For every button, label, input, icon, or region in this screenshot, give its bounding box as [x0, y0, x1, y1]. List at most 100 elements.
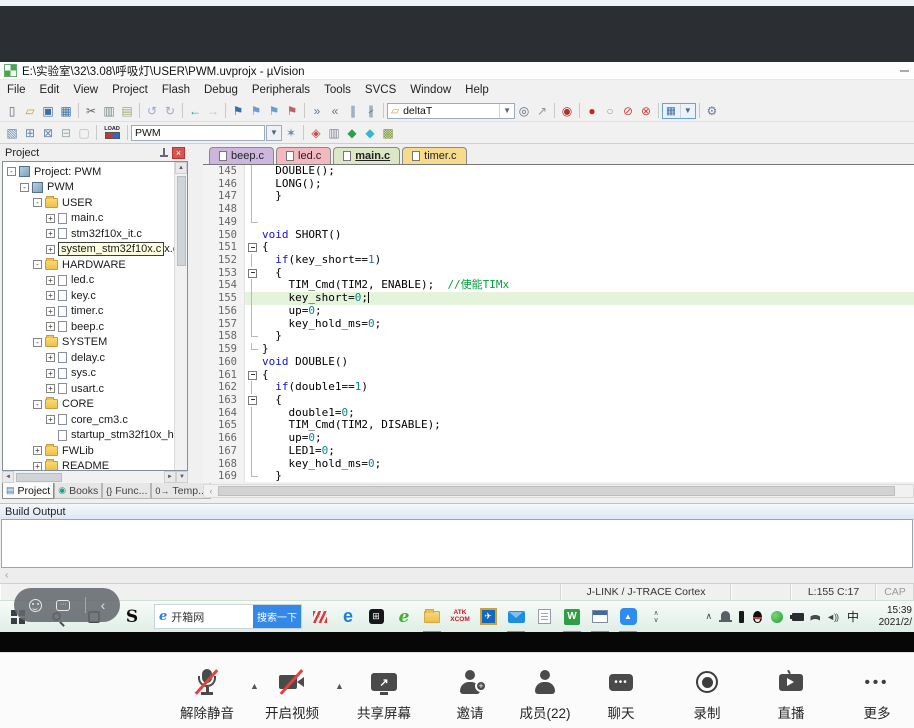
tree-item[interactable]: +delay.c — [3, 350, 187, 366]
pin-icon[interactable] — [160, 148, 168, 158]
expand-icon[interactable]: + — [46, 214, 55, 223]
scroll-left-arrow[interactable]: ‹ — [204, 486, 218, 496]
outdent-icon[interactable]: « — [326, 103, 344, 119]
collapse-icon[interactable]: - — [33, 338, 42, 347]
config-wizard-icon[interactable]: ◆ — [361, 125, 379, 141]
bp-disable-icon[interactable]: ⊘ — [619, 103, 637, 119]
project-tree-hscrollbar[interactable]: ◄ ► ▼ — [2, 471, 188, 483]
collapse-icon[interactable]: - — [7, 167, 16, 176]
debug-windows-combo[interactable]: ▦▼ — [662, 103, 696, 119]
find-in-files-icon[interactable]: ◎ — [515, 103, 533, 119]
expand-icon[interactable]: + — [46, 291, 55, 300]
taskbar-icon-tencent-meeting[interactable]: ▲ — [616, 601, 640, 633]
menu-peripherals[interactable]: Peripherals — [245, 81, 317, 99]
tree-item[interactable]: -CORE — [3, 397, 187, 413]
tree-item[interactable]: +README — [3, 459, 187, 472]
minimize-button[interactable] — [900, 70, 909, 72]
search-combo[interactable]: ▱deltaT▼ — [387, 103, 515, 119]
undo-icon[interactable]: ↺ — [143, 103, 161, 119]
indent-icon[interactable]: » — [308, 103, 326, 119]
tree-item[interactable]: +stm32f10x_it.c — [3, 226, 187, 242]
tray-chevron-up-icon[interactable]: ∧ — [705, 611, 712, 622]
scroll-left-arrow[interactable]: ◄ — [2, 471, 14, 483]
navigate-forward-icon[interactable]: → — [204, 103, 222, 119]
new-file-icon[interactable]: ▯ — [3, 103, 21, 119]
menu-window[interactable]: Window — [403, 81, 458, 99]
menu-help[interactable]: Help — [458, 81, 496, 99]
meeting-control-start-video[interactable]: 开启视频 — [244, 669, 340, 722]
collapse-icon[interactable]: - — [33, 260, 42, 269]
hscroll-thumb[interactable] — [16, 473, 62, 482]
panel-tab-project[interactable]: ▤Project — [2, 483, 54, 499]
taskbar-icon-atk-xcom[interactable]: ATK XCOM — [448, 601, 472, 633]
save-all-icon[interactable]: ▦ — [57, 103, 75, 119]
scroll-right-arrow[interactable]: ► — [164, 471, 176, 483]
taskbar-icon-updown[interactable]: ∧∨ — [644, 601, 668, 633]
expand-icon[interactable]: + — [46, 353, 55, 362]
code-line[interactable]: 152 if(key_short==1) — [203, 254, 914, 267]
bp-enable-icon[interactable]: ○ — [601, 103, 619, 119]
editor-hscrollbar[interactable]: ‹ — [203, 484, 914, 498]
code-line[interactable]: 169 } — [203, 470, 914, 482]
expand-icon[interactable]: + — [46, 322, 55, 331]
expand-icon[interactable]: + — [46, 307, 55, 316]
tree-item[interactable]: +sys.c — [3, 366, 187, 382]
taskbar-search-box[interactable]: e 开箱网 搜索一下 — [154, 604, 302, 629]
multi-project-icon[interactable]: ▥ — [325, 125, 343, 141]
code-line[interactable]: 157 key_hold_ms=0; — [203, 318, 914, 331]
taskbar-icon-keil[interactable]: W — [560, 601, 584, 633]
stop-icon[interactable]: ▢ — [75, 125, 93, 141]
menu-file[interactable]: File — [0, 81, 33, 99]
collapse-icon[interactable]: - — [20, 183, 29, 192]
tree-item[interactable]: +led.c — [3, 273, 187, 289]
scroll-down-arrow[interactable]: ▼ — [176, 471, 188, 483]
code-line[interactable]: 147 } — [203, 190, 914, 203]
meeting-control-live[interactable]: 直播 — [743, 669, 839, 722]
build-output-content[interactable] — [1, 519, 913, 568]
expand-icon[interactable]: + — [33, 446, 42, 455]
comment-icon[interactable]: ∥ — [344, 103, 362, 119]
bookmark-clear-icon[interactable]: ⚑ — [283, 103, 301, 119]
meeting-control-chat[interactable]: •••聊天 — [573, 669, 669, 722]
taskbar-icon-edge[interactable]: e — [336, 601, 360, 633]
scroll-up-arrow[interactable]: ▲ — [175, 162, 187, 174]
editor-hscroll-thumb[interactable] — [218, 486, 895, 496]
cut-icon[interactable]: ✂ — [82, 103, 100, 119]
reaction-smiley-icon[interactable] — [29, 599, 42, 612]
code-line[interactable]: 148 — [203, 203, 914, 216]
target-select-combo[interactable]: PWM — [131, 125, 265, 141]
sogou-input-icon[interactable]: S — [120, 601, 144, 633]
collapse-icon[interactable]: - — [33, 198, 42, 207]
uvision-titlebar[interactable]: E:\实验室\32\3.08\呼吸灯\USER\PWM.uvprojx - µV… — [0, 62, 914, 80]
expand-icon[interactable]: + — [46, 229, 55, 238]
find-icon[interactable]: ◉ — [558, 103, 576, 119]
build-icon[interactable]: ⊞ — [21, 125, 39, 141]
tree-item[interactable]: +usart.c — [3, 381, 187, 397]
configure-icon[interactable]: ⚙ — [703, 103, 721, 119]
copy-icon[interactable]: ▥ — [100, 103, 118, 119]
meeting-control-share-screen[interactable]: ↗共享屏幕 — [336, 669, 432, 722]
pill-collapse-icon[interactable]: ‹ — [101, 597, 106, 613]
bookmark-next-icon[interactable]: ⚑ — [265, 103, 283, 119]
taskbar-icon-explorer[interactable] — [420, 601, 444, 633]
taskbar-icon-app-window[interactable] — [588, 601, 612, 633]
build-output-header[interactable]: Build Output — [0, 503, 914, 519]
expand-icon[interactable]: + — [46, 245, 55, 254]
bookmark-icon[interactable]: ⚑ — [229, 103, 247, 119]
taskbar-icon-store[interactable]: ⊞ — [364, 601, 388, 633]
paste-icon[interactable]: ▤ — [118, 103, 136, 119]
menu-svcs[interactable]: SVCS — [358, 81, 403, 99]
pack-installer-icon[interactable]: ▩ — [379, 125, 397, 141]
expand-icon[interactable]: + — [33, 462, 42, 471]
fold-collapse-icon[interactable] — [245, 267, 262, 280]
bookmark-prev-icon[interactable]: ⚑ — [247, 103, 265, 119]
tree-item[interactable]: +system_stm32f10x.cx.c — [3, 242, 187, 258]
tree-item[interactable]: -PWM — [3, 180, 187, 196]
code-line[interactable]: 146 LONG(); — [203, 178, 914, 191]
tray-volume-icon[interactable]: ◄)) — [826, 612, 838, 622]
load-flash-button[interactable]: LOAD — [100, 125, 124, 141]
taskbar-icon-xcom-tool[interactable]: ✈ — [476, 601, 500, 633]
options-target-icon[interactable]: ✶ — [282, 125, 300, 141]
taskbar-icon-ie-green[interactable]: e — [392, 601, 416, 633]
open-file-icon[interactable]: ▱ — [21, 103, 39, 119]
